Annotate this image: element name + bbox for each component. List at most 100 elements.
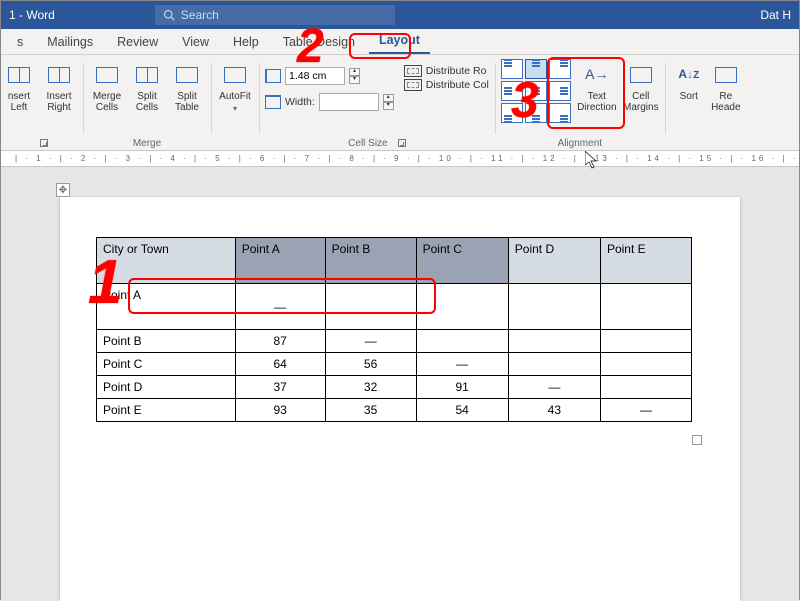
- row-label[interactable]: Point A: [97, 284, 236, 330]
- table-cell[interactable]: [600, 284, 691, 330]
- table-cell[interactable]: —: [325, 330, 416, 353]
- row-label[interactable]: Point E: [97, 399, 236, 422]
- table-cell[interactable]: 43: [508, 399, 600, 422]
- cellsize-launcher[interactable]: [398, 139, 406, 147]
- table-cell[interactable]: —: [416, 353, 508, 376]
- text-direction-button[interactable]: A→ Text Direction: [579, 59, 615, 113]
- tab-layout[interactable]: Layout: [369, 29, 430, 54]
- table-cell[interactable]: [600, 353, 691, 376]
- table-resize-handle[interactable]: [692, 435, 702, 445]
- table-cell[interactable]: 35: [325, 399, 416, 422]
- table-cell[interactable]: 56: [325, 353, 416, 376]
- tab-partial[interactable]: s: [7, 31, 33, 54]
- table-cell[interactable]: 93: [235, 399, 325, 422]
- align-top-left[interactable]: [501, 59, 523, 79]
- cell-margins-icon: [627, 61, 655, 89]
- table-cell[interactable]: 87: [235, 330, 325, 353]
- table-cell[interactable]: [508, 353, 600, 376]
- th-0[interactable]: City or Town: [97, 238, 236, 284]
- th-4[interactable]: Point D: [508, 238, 600, 284]
- chevron-down-icon: ▾: [233, 105, 237, 114]
- repeat-header-button[interactable]: Re Heade: [711, 59, 741, 113]
- merge-cells-button[interactable]: Merge Cells: [89, 59, 125, 113]
- table-cell[interactable]: [600, 376, 691, 399]
- tab-review[interactable]: Review: [107, 31, 168, 54]
- table-cell[interactable]: 32: [325, 376, 416, 399]
- height-stepper[interactable]: ▴▾: [349, 68, 360, 84]
- group-rows-cols: nsert Left Insert Right: [1, 59, 83, 150]
- align-mid-left[interactable]: [501, 81, 523, 101]
- document-area: ✥ City or Town Point A Point B Point C P…: [1, 167, 799, 601]
- table-move-handle[interactable]: ✥: [56, 183, 70, 197]
- height-icon: [265, 69, 281, 83]
- table-row[interactable]: Point A—: [97, 284, 692, 330]
- insert-right-button[interactable]: Insert Right: [41, 59, 77, 113]
- insert-left-icon: [5, 61, 33, 89]
- table-cell[interactable]: —: [508, 376, 600, 399]
- table-cell[interactable]: 37: [235, 376, 325, 399]
- repeat-header-icon: [712, 61, 740, 89]
- align-top-center[interactable]: [525, 59, 547, 79]
- sort-icon: A↓Z: [675, 61, 703, 89]
- table-cell[interactable]: 64: [235, 353, 325, 376]
- distribute-cols-button[interactable]: Distribute Col: [404, 79, 489, 91]
- group-data: A↓Z Sort Re Heade: [665, 59, 747, 150]
- table-row[interactable]: Point E93355443—: [97, 399, 692, 422]
- align-bot-center[interactable]: [525, 103, 547, 123]
- th-5[interactable]: Point E: [600, 238, 691, 284]
- row-label[interactable]: Point B: [97, 330, 236, 353]
- table-cell[interactable]: [416, 284, 508, 330]
- document-table[interactable]: City or Town Point A Point B Point C Poi…: [96, 237, 692, 422]
- th-1[interactable]: Point A: [235, 238, 325, 284]
- table-row[interactable]: Point C6456—: [97, 353, 692, 376]
- group-alignment: A→ Text Direction Cell Margins Alignment: [495, 59, 665, 150]
- search-box[interactable]: Search: [155, 5, 395, 25]
- row-label[interactable]: Point C: [97, 353, 236, 376]
- tab-help[interactable]: Help: [223, 31, 269, 54]
- tab-view[interactable]: View: [172, 31, 219, 54]
- table-cell[interactable]: [508, 330, 600, 353]
- table-row[interactable]: Point D373291—: [97, 376, 692, 399]
- horizontal-ruler[interactable]: | · 1 · | · 2 · | · 3 · | · 4 · | · 5 · …: [1, 151, 799, 167]
- page: ✥ City or Town Point A Point B Point C P…: [60, 197, 740, 601]
- align-top-right[interactable]: [549, 59, 571, 79]
- table-cell[interactable]: [416, 330, 508, 353]
- distribute-rows-button[interactable]: Distribute Ro: [404, 65, 489, 77]
- align-mid-center[interactable]: [525, 81, 547, 101]
- split-table-icon: [173, 61, 201, 89]
- autofit-icon: [221, 61, 249, 89]
- row-label[interactable]: Point D: [97, 376, 236, 399]
- table-row[interactable]: Point B87—: [97, 330, 692, 353]
- sort-button[interactable]: A↓Z Sort: [671, 59, 707, 102]
- width-label: Width:: [285, 96, 315, 108]
- table-cell[interactable]: 54: [416, 399, 508, 422]
- text-direction-icon: A→: [583, 61, 611, 89]
- width-input[interactable]: [319, 93, 379, 111]
- rows-cols-launcher[interactable]: [40, 139, 48, 147]
- ribbon-tabs: s Mailings Review View Help Table Design…: [1, 29, 799, 55]
- align-bot-right[interactable]: [549, 103, 571, 123]
- tab-mailings[interactable]: Mailings: [37, 31, 103, 54]
- autofit-button[interactable]: AutoFit ▾: [217, 59, 253, 114]
- height-input[interactable]: [285, 67, 345, 85]
- table-cell[interactable]: [600, 330, 691, 353]
- insert-left-button[interactable]: nsert Left: [1, 59, 37, 113]
- table-cell[interactable]: 91: [416, 376, 508, 399]
- user-name[interactable]: Dat H: [760, 8, 791, 22]
- table-cell[interactable]: —: [600, 399, 691, 422]
- split-table-button[interactable]: Split Table: [169, 59, 205, 113]
- distribute-rows-icon: [404, 65, 422, 77]
- split-cells-button[interactable]: Split Cells: [129, 59, 165, 113]
- align-mid-right[interactable]: [549, 81, 571, 101]
- table-cell[interactable]: [508, 284, 600, 330]
- align-bot-left[interactable]: [501, 103, 523, 123]
- table-header-row[interactable]: City or Town Point A Point B Point C Poi…: [97, 238, 692, 284]
- cell-margins-button[interactable]: Cell Margins: [623, 59, 659, 113]
- table-cell[interactable]: [325, 284, 416, 330]
- search-icon: [163, 9, 175, 21]
- table-cell[interactable]: —: [235, 284, 325, 330]
- th-3[interactable]: Point C: [416, 238, 508, 284]
- width-stepper[interactable]: ▴▾: [383, 94, 394, 110]
- th-2[interactable]: Point B: [325, 238, 416, 284]
- tab-table-design[interactable]: Table Design: [273, 31, 365, 54]
